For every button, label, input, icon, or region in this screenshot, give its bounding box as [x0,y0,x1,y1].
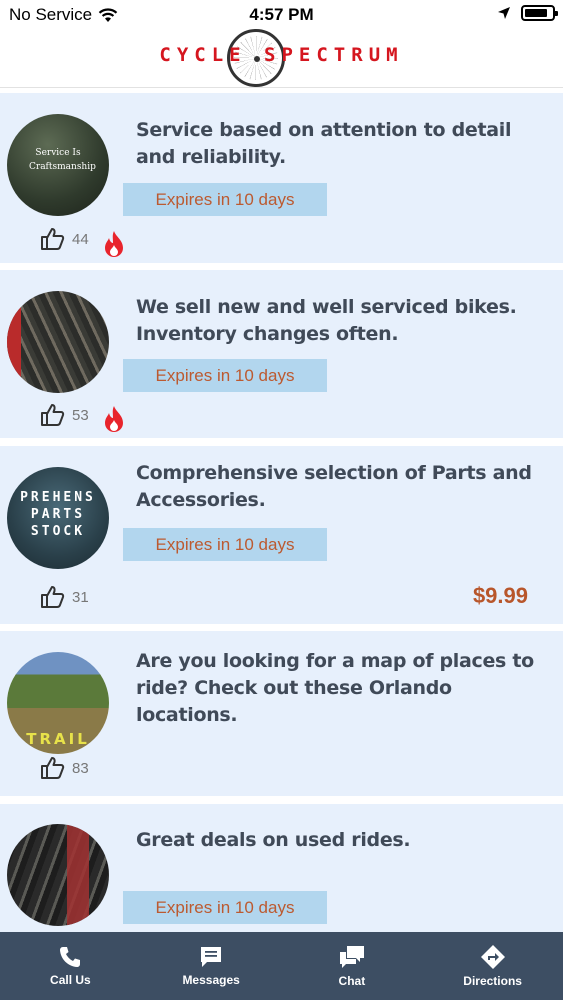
offer-thumbnail: PREHENS PARTS STOCK [7,467,109,569]
offers-feed[interactable]: Service Is Craftsmanship Service based o… [0,93,563,932]
message-icon [201,947,222,967]
status-bar: No Service 4:57 PM [0,0,563,30]
like-count: 31 [72,588,89,606]
expires-badge: Expires in 10 days [123,528,327,561]
offer-card[interactable]: Great deals on used rides. Expires in 10… [0,804,563,932]
like-count: 53 [72,406,89,424]
tab-chat[interactable]: Chat [282,932,423,1000]
thumbs-up-icon [41,404,65,426]
tab-label: Messages [182,973,240,987]
tab-messages[interactable]: Messages [141,932,282,1000]
tab-label: Chat [338,974,366,988]
thumbnail-accent [67,824,89,926]
like-button[interactable]: 83 [40,756,89,780]
offer-price: $9.99 [472,583,528,608]
like-count: 44 [72,230,89,248]
tab-label: Call Us [50,973,91,987]
flame-icon [105,406,123,432]
like-button[interactable]: 53 [40,403,89,427]
directions-icon [480,945,505,969]
location-arrow-icon [498,7,510,19]
expires-badge: Expires in 10 days [123,183,327,216]
offer-thumbnail: Service Is Craftsmanship [7,114,109,216]
flame-icon [105,231,123,257]
offer-card[interactable]: We sell new and well serviced bikes. Inv… [0,270,563,438]
offer-card[interactable]: TRAIL Are you looking for a map of place… [0,631,563,796]
offer-thumbnail [7,824,109,926]
expires-badge: Expires in 10 days [123,891,327,924]
thumbs-up-icon [41,228,65,250]
thumbnail-caption: PREHENS PARTS STOCK [20,490,96,539]
offer-title: Are you looking for a map of places to r… [136,650,534,726]
bottom-tab-bar: Call Us Messages Chat Directions [0,932,563,1000]
offer-card[interactable]: PREHENS PARTS STOCK Comprehensive select… [0,446,563,624]
offer-title: Service based on attention to detail and… [136,119,512,168]
tab-call-us[interactable]: Call Us [0,932,141,1000]
thumbnail-accent [7,291,21,393]
phone-icon [60,947,81,967]
expires-badge: Expires in 10 days [123,359,327,392]
like-button[interactable]: 44 [40,227,89,251]
offer-thumbnail: TRAIL [7,652,109,754]
like-button[interactable]: 31 [40,585,89,609]
battery-icon [521,5,558,21]
offer-thumbnail [7,291,109,393]
thumbs-up-icon [41,586,65,608]
app-header: CYCLE SPECTRUM [0,29,563,88]
thumbnail-caption: TRAIL [26,730,90,748]
offer-card[interactable]: Service Is Craftsmanship Service based o… [0,93,563,263]
status-right [497,5,558,21]
thumbnail-caption: Service Is Craftsmanship [29,148,96,172]
like-count: 83 [72,759,89,777]
offer-title: We sell new and well serviced bikes. Inv… [136,296,517,345]
brand-logo: CYCLE SPECTRUM [159,44,404,66]
tab-label: Directions [463,974,522,988]
clock: 4:57 PM [249,5,314,24]
offer-title: Great deals on used rides. [136,829,411,851]
thumbs-up-icon [41,757,65,779]
offer-title: Comprehensive selection of Parts and Acc… [136,462,532,511]
tab-directions[interactable]: Directions [422,932,563,1000]
chat-bubbles-icon [339,946,364,968]
